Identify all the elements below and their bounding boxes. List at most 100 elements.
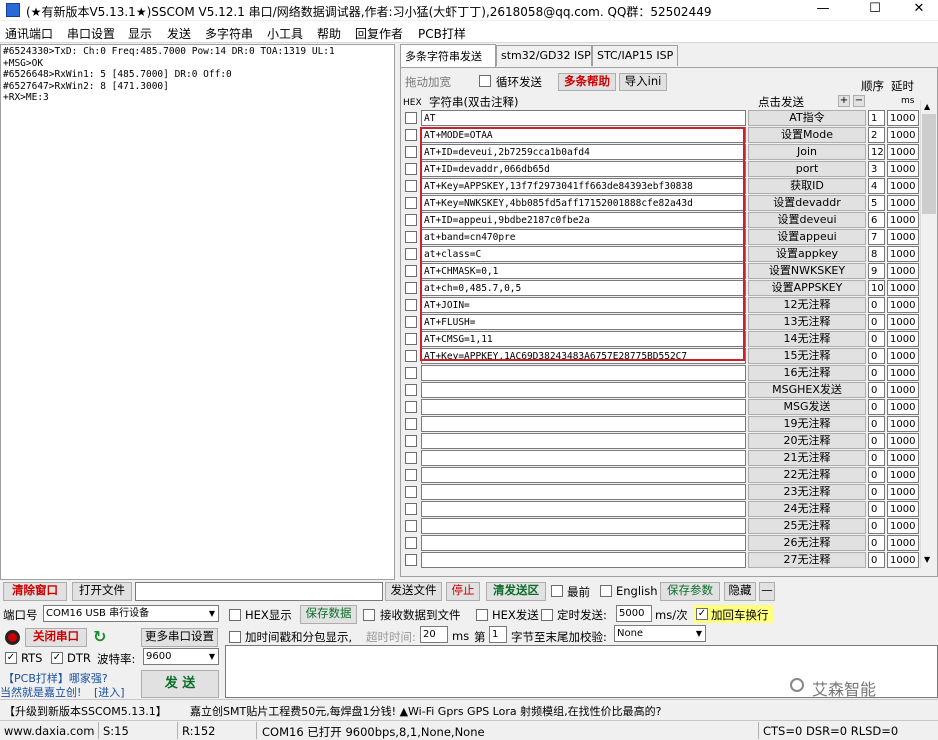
- minimize-icon[interactable]: —: [800, 0, 846, 20]
- clear-window-button[interactable]: 清除窗口: [3, 582, 67, 601]
- row-string-input[interactable]: [421, 416, 746, 432]
- row-send-button[interactable]: port: [748, 161, 866, 177]
- row-order-input[interactable]: 0: [868, 331, 885, 347]
- row-delay-input[interactable]: 1000: [887, 501, 919, 517]
- row-send-button[interactable]: 获取ID: [748, 178, 866, 194]
- row-order-input[interactable]: 12: [868, 144, 885, 160]
- import-ini-button[interactable]: 导入ini: [619, 73, 667, 91]
- row-string-input[interactable]: [421, 484, 746, 500]
- row-string-input[interactable]: at+class=C: [421, 246, 746, 262]
- row-hex-checkbox[interactable]: [405, 299, 417, 311]
- row-delay-input[interactable]: 1000: [887, 280, 919, 296]
- row-delay-input[interactable]: 1000: [887, 144, 919, 160]
- hide-button[interactable]: 隐藏: [724, 582, 756, 601]
- baud-select[interactable]: 9600 ▼: [143, 648, 219, 665]
- tab-multi-string[interactable]: 多条字符串发送: [400, 44, 496, 67]
- row-delay-input[interactable]: 1000: [887, 450, 919, 466]
- send-file-button[interactable]: 发送文件: [385, 582, 442, 601]
- row-hex-checkbox[interactable]: [405, 486, 417, 498]
- row-hex-checkbox[interactable]: [405, 418, 417, 430]
- add-row-button[interactable]: +: [838, 95, 850, 107]
- english-checkbox[interactable]: [600, 585, 612, 597]
- row-order-input[interactable]: 1: [868, 110, 885, 126]
- row-delay-input[interactable]: 1000: [887, 246, 919, 262]
- row-order-input[interactable]: 0: [868, 348, 885, 364]
- row-order-input[interactable]: 10: [868, 280, 885, 296]
- row-string-input[interactable]: [421, 518, 746, 534]
- menu-help[interactable]: 帮助: [317, 25, 341, 42]
- row-delay-input[interactable]: 1000: [887, 229, 919, 245]
- row-hex-checkbox[interactable]: [405, 554, 417, 566]
- row-delay-input[interactable]: 1000: [887, 331, 919, 347]
- row-string-input[interactable]: [421, 382, 746, 398]
- row-send-button[interactable]: 设置deveui: [748, 212, 866, 228]
- row-send-button[interactable]: MSGHEX发送: [748, 382, 866, 398]
- ad-text[interactable]: 嘉立创SMT贴片工程费50元,每焊盘1分钱! ▲Wi-Fi Gprs GPS L…: [190, 703, 661, 719]
- row-string-input[interactable]: AT+JOIN=: [421, 297, 746, 313]
- row-delay-input[interactable]: 1000: [887, 212, 919, 228]
- row-delay-input[interactable]: 1000: [887, 552, 919, 568]
- row-order-input[interactable]: 4: [868, 178, 885, 194]
- row-order-input[interactable]: 7: [868, 229, 885, 245]
- row-order-input[interactable]: 0: [868, 416, 885, 432]
- row-order-input[interactable]: 0: [868, 433, 885, 449]
- tab-stc-isp[interactable]: STC/IAP15 ISP: [592, 45, 678, 66]
- refresh-icon[interactable]: ↻: [93, 627, 106, 646]
- timed-send-checkbox[interactable]: [541, 609, 553, 621]
- row-hex-checkbox[interactable]: [405, 129, 417, 141]
- menu-reply-author[interactable]: 回复作者: [355, 25, 403, 42]
- row-hex-checkbox[interactable]: [405, 112, 417, 124]
- scroll-down-icon[interactable]: ▼: [924, 555, 930, 564]
- row-hex-checkbox[interactable]: [405, 350, 417, 362]
- row-send-button[interactable]: 设置devaddr: [748, 195, 866, 211]
- row-hex-checkbox[interactable]: [405, 384, 417, 396]
- menu-multi-string[interactable]: 多字符串: [205, 25, 253, 42]
- row-send-button[interactable]: 12无注释: [748, 297, 866, 313]
- pcb-ad-line2[interactable]: 当然就是嘉立创!: [0, 684, 81, 700]
- row-delay-input[interactable]: 1000: [887, 484, 919, 500]
- row-delay-input[interactable]: 1000: [887, 161, 919, 177]
- row-send-button[interactable]: 27无注释: [748, 552, 866, 568]
- row-send-button[interactable]: 16无注释: [748, 365, 866, 381]
- row-string-input[interactable]: [421, 467, 746, 483]
- row-hex-checkbox[interactable]: [405, 282, 417, 294]
- row-hex-checkbox[interactable]: [405, 197, 417, 209]
- row-hex-checkbox[interactable]: [405, 214, 417, 226]
- row-string-input[interactable]: AT+Key=APPKEY,1AC69D38243483A6757E28775B…: [421, 348, 746, 364]
- row-string-input[interactable]: AT+Key=NWKSKEY,4bb085fd5aff17152001888cf…: [421, 195, 746, 211]
- row-string-input[interactable]: at+band=cn470pre: [421, 229, 746, 245]
- hex-display-checkbox[interactable]: [229, 609, 241, 621]
- checksum-select[interactable]: None ▼: [614, 625, 706, 642]
- rts-checkbox[interactable]: [5, 652, 17, 664]
- row-send-button[interactable]: 24无注释: [748, 501, 866, 517]
- row-send-button[interactable]: AT指令: [748, 110, 866, 126]
- row-send-button[interactable]: 13无注释: [748, 314, 866, 330]
- topmost-checkbox[interactable]: [551, 585, 563, 597]
- dtr-checkbox[interactable]: [51, 652, 63, 664]
- row-hex-checkbox[interactable]: [405, 248, 417, 260]
- row-string-input[interactable]: [421, 365, 746, 381]
- row-delay-input[interactable]: 1000: [887, 365, 919, 381]
- add-crlf-option[interactable]: 加回车换行: [693, 605, 773, 623]
- row-send-button[interactable]: 设置NWKSKEY: [748, 263, 866, 279]
- row-order-input[interactable]: 0: [868, 467, 885, 483]
- row-order-input[interactable]: 0: [868, 399, 885, 415]
- clear-send-button[interactable]: 清发送区: [486, 582, 546, 601]
- row-hex-checkbox[interactable]: [405, 520, 417, 532]
- tab-stm32-isp[interactable]: stm32/GD32 ISP: [496, 45, 592, 66]
- menu-pcb[interactable]: PCB打样: [418, 25, 466, 42]
- recv-to-file-checkbox[interactable]: [363, 609, 375, 621]
- row-string-input[interactable]: [421, 399, 746, 415]
- row-string-input[interactable]: [421, 433, 746, 449]
- row-order-input[interactable]: 6: [868, 212, 885, 228]
- timeout-input[interactable]: 20: [420, 626, 448, 643]
- row-hex-checkbox[interactable]: [405, 435, 417, 447]
- row-hex-checkbox[interactable]: [405, 163, 417, 175]
- row-send-button[interactable]: 26无注释: [748, 535, 866, 551]
- row-hex-checkbox[interactable]: [405, 316, 417, 328]
- row-order-input[interactable]: 0: [868, 382, 885, 398]
- timestamp-checkbox[interactable]: [229, 631, 241, 643]
- row-delay-input[interactable]: 1000: [887, 348, 919, 364]
- row-delay-input[interactable]: 1000: [887, 297, 919, 313]
- scroll-thumb[interactable]: [922, 114, 936, 214]
